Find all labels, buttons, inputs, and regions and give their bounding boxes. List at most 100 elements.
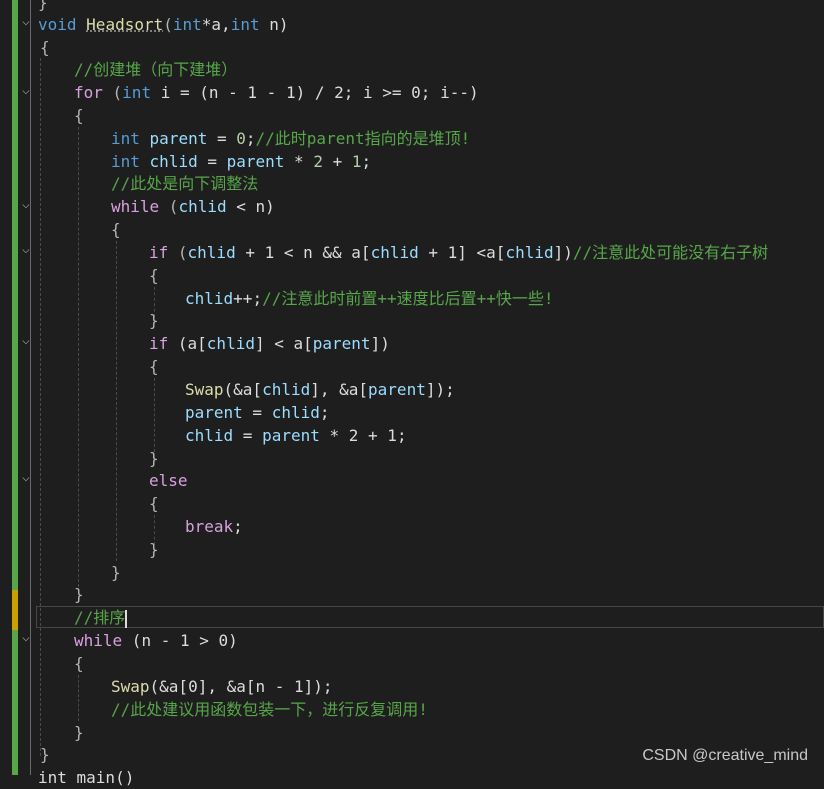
code-token: ( bbox=[102, 83, 123, 102]
code-line[interactable]: void Headsort(int*a,int n) bbox=[38, 13, 289, 36]
code-line[interactable]: parent = chlid; bbox=[185, 401, 330, 424]
code-token: i = (n - 1 - 1) / 2; i >= 0; i--) bbox=[151, 83, 479, 102]
code-token: int bbox=[172, 15, 202, 34]
code-line[interactable]: //此处建议用函数包装一下，进行反复调用! bbox=[111, 698, 428, 721]
code-token: (a[ bbox=[168, 334, 207, 353]
code-token: (&a[ bbox=[223, 380, 263, 399]
fold-chevron-icon[interactable]: ⌵ bbox=[22, 197, 30, 212]
code-token: //创建堆（向下建堆） bbox=[74, 60, 238, 79]
code-token: int bbox=[111, 152, 140, 171]
code-token: Swap bbox=[111, 677, 150, 696]
code-token: { bbox=[74, 106, 84, 125]
code-line[interactable]: } bbox=[40, 743, 50, 766]
code-token: int main() bbox=[38, 768, 135, 787]
indent-guide bbox=[78, 675, 79, 721]
code-token: ; bbox=[361, 152, 372, 171]
code-token: break bbox=[185, 517, 234, 536]
code-line[interactable]: //排序 bbox=[74, 606, 128, 629]
code-line[interactable]: if (a[chlid] < a[parent]) bbox=[149, 332, 390, 355]
code-token: int bbox=[111, 129, 140, 148]
code-line[interactable]: break; bbox=[185, 515, 243, 538]
code-line[interactable]: Swap(&a[chlid], &a[parent]); bbox=[185, 378, 455, 401]
code-token: ]); bbox=[425, 380, 455, 399]
code-line[interactable]: { bbox=[111, 218, 121, 241]
code-token: + 1] <a[ bbox=[418, 243, 506, 262]
code-token: else bbox=[149, 471, 188, 490]
code-token: for bbox=[74, 83, 103, 102]
code-token: parent bbox=[185, 403, 243, 422]
code-token: while bbox=[74, 631, 123, 650]
code-line[interactable]: { bbox=[40, 36, 50, 59]
code-line[interactable]: for (int i = (n - 1 - 1) / 2; i >= 0; i-… bbox=[74, 81, 479, 104]
code-line[interactable]: if (chlid + 1 < n && a[chlid + 1] <a[chl… bbox=[149, 241, 768, 264]
code-token: } bbox=[74, 585, 84, 604]
code-line[interactable]: } bbox=[149, 309, 159, 332]
code-line[interactable]: } bbox=[74, 583, 84, 606]
code-token: n) bbox=[259, 15, 289, 34]
code-token: ( bbox=[168, 243, 188, 262]
fold-chevron-icon[interactable]: ⌵ bbox=[22, 83, 30, 98]
code-line[interactable]: } bbox=[74, 721, 84, 744]
code-token: chlid bbox=[178, 197, 227, 216]
code-line[interactable]: while (n - 1 > 0) bbox=[74, 629, 238, 652]
code-token: //注意此时前置++速度比后置++快一些! bbox=[262, 289, 554, 308]
code-token: chlid bbox=[271, 403, 320, 422]
code-token: //此处建议用函数包装一下，进行反复调用! bbox=[111, 700, 428, 719]
code-token: parent bbox=[149, 129, 208, 148]
code-line[interactable]: { bbox=[74, 652, 84, 675]
code-line[interactable]: int parent = 0;//此时parent指向的是堆顶! bbox=[111, 127, 470, 150]
code-line[interactable]: { bbox=[149, 264, 159, 287]
code-token: (n - 1 > 0) bbox=[122, 631, 238, 650]
code-line[interactable]: int main() bbox=[38, 766, 134, 789]
code-token: while bbox=[111, 197, 160, 216]
code-token: 0 bbox=[236, 129, 246, 148]
code-token: * bbox=[284, 152, 314, 171]
code-line[interactable]: //创建堆（向下建堆） bbox=[74, 58, 237, 81]
watermark: CSDN @creative_mind bbox=[642, 747, 808, 764]
code-line[interactable]: int chlid = parent * 2 + 1; bbox=[111, 150, 371, 173]
code-token: ; bbox=[233, 517, 243, 536]
code-token: ; bbox=[245, 129, 256, 148]
code-line[interactable]: chlid = parent * 2 + 1; bbox=[185, 424, 407, 447]
indent-guide bbox=[116, 241, 117, 561]
text-caret bbox=[125, 609, 128, 628]
code-line[interactable]: { bbox=[74, 104, 84, 127]
code-line[interactable]: } bbox=[149, 538, 159, 561]
code-line[interactable]: //此处是向下调整法 bbox=[111, 172, 258, 195]
change-indicator-bar bbox=[12, 0, 18, 775]
code-token: //此处是向下调整法 bbox=[111, 174, 259, 193]
code-token: { bbox=[40, 38, 50, 57]
code-token: (&a[0], &a[n - 1]); bbox=[149, 677, 333, 696]
code-token: //排序 bbox=[74, 608, 126, 627]
code-line[interactable]: while (chlid < n) bbox=[111, 195, 275, 218]
code-token: * 2 + 1; bbox=[319, 426, 407, 445]
code-token: ]) bbox=[370, 334, 390, 353]
code-line[interactable]: { bbox=[149, 492, 159, 515]
code-token: ], &a[ bbox=[310, 380, 369, 399]
code-token: chlid bbox=[262, 380, 311, 399]
fold-chevron-icon[interactable]: ⌵ bbox=[22, 630, 30, 645]
code-line[interactable]: else bbox=[149, 469, 188, 492]
fold-chevron-icon[interactable]: ⌵ bbox=[22, 470, 30, 485]
indent-guide bbox=[78, 127, 79, 587]
code-line[interactable]: { bbox=[149, 355, 159, 378]
code-line[interactable]: } bbox=[149, 447, 159, 470]
code-token: parent bbox=[312, 334, 371, 353]
fold-chevron-icon[interactable]: ⌵ bbox=[22, 333, 30, 348]
code-token: = bbox=[242, 403, 272, 422]
code-token: } bbox=[74, 723, 84, 742]
fold-chevron-icon[interactable]: ⌵ bbox=[22, 14, 30, 29]
code-token: ( bbox=[159, 197, 179, 216]
code-token: chlid bbox=[185, 426, 234, 445]
code-line[interactable]: } bbox=[111, 561, 121, 584]
code-line[interactable]: Swap(&a[0], &a[n - 1]); bbox=[111, 675, 333, 698]
code-token: = bbox=[197, 152, 227, 171]
code-token: } bbox=[149, 311, 159, 330]
code-token: { bbox=[149, 494, 159, 513]
code-line[interactable]: chlid++;//注意此时前置++速度比后置++快一些! bbox=[185, 287, 554, 310]
fold-chevron-icon[interactable]: ⌵ bbox=[22, 242, 30, 257]
code-token: //注意此处可能没有右子树 bbox=[572, 243, 769, 262]
code-token: chlid bbox=[505, 243, 554, 262]
current-line-highlight bbox=[36, 606, 824, 628]
code-line[interactable]: } bbox=[38, 0, 48, 14]
